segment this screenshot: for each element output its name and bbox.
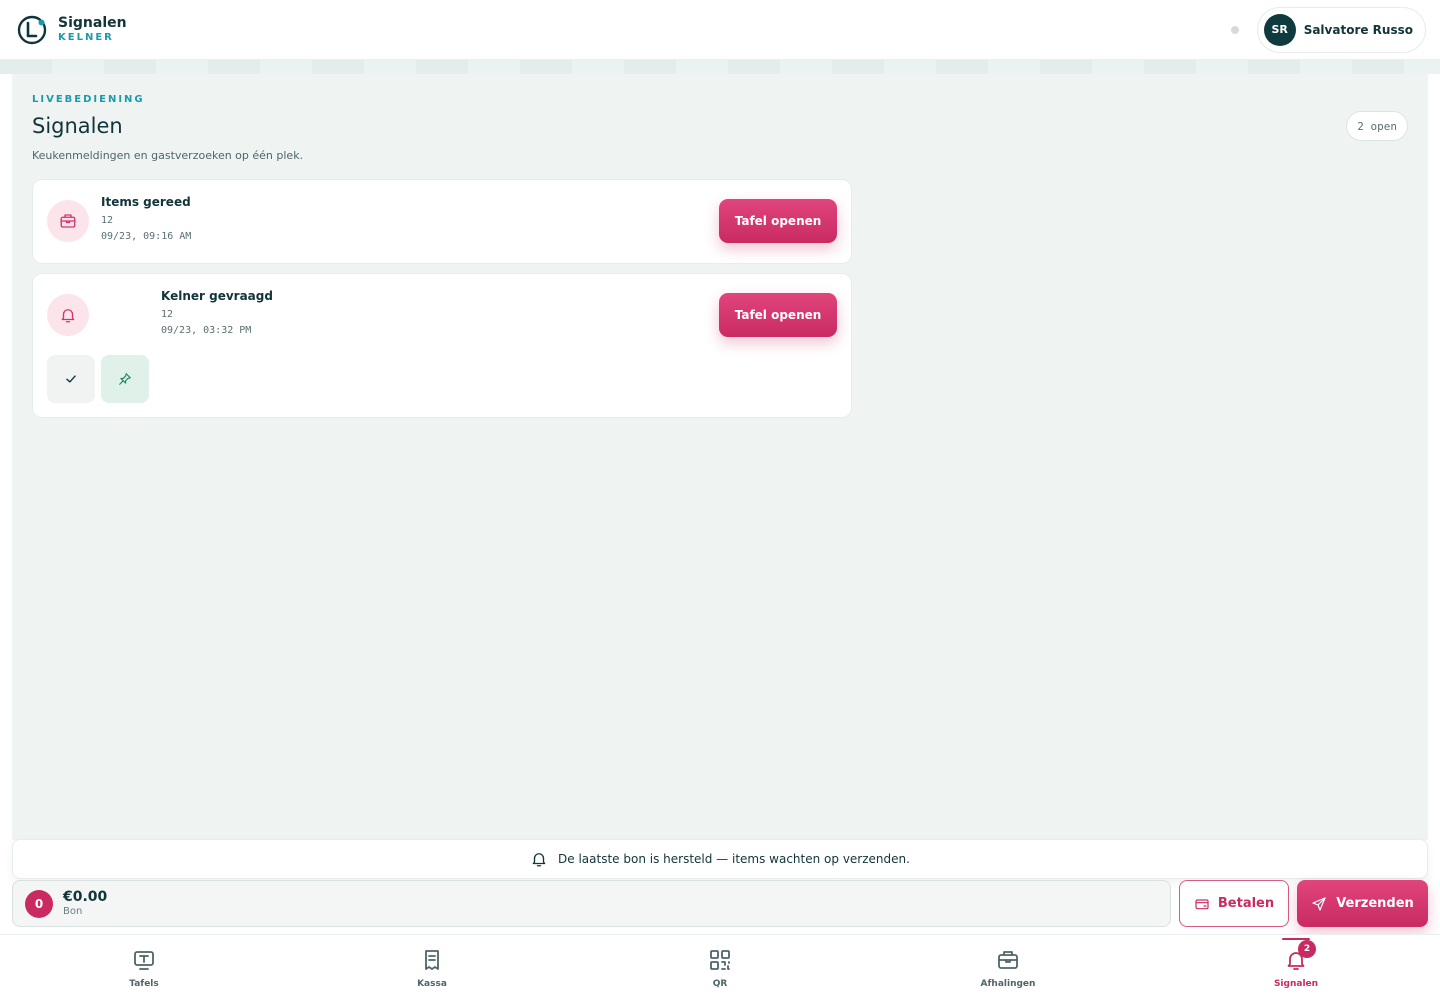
top-bar: Signalen KELNER SR Salvatore Russo <box>0 0 1440 60</box>
pin-icon <box>119 373 131 385</box>
signal-table: 12 <box>161 309 174 320</box>
signal-card: Items gereed 12 09/23, 09:16 AM Tafel op… <box>32 179 852 264</box>
signals-count-badge: 2 <box>1298 940 1316 958</box>
signal-time: 09/23, 03:32 PM <box>161 325 252 336</box>
nav-item-qr[interactable]: QR <box>576 935 864 1000</box>
app-role: KELNER <box>58 32 114 43</box>
nav-item-tafels[interactable]: Tafels <box>0 935 288 1000</box>
send-button[interactable]: Verzenden <box>1297 880 1428 927</box>
order-label: Bon <box>63 905 83 917</box>
send-label: Verzenden <box>1336 896 1414 911</box>
page-title: Signalen <box>32 114 123 138</box>
brand[interactable]: Signalen KELNER <box>16 14 127 46</box>
nav-label: Signalen <box>1273 979 1319 989</box>
open-table-button[interactable]: Tafel openen <box>719 199 837 243</box>
nav-label: QR <box>712 979 728 989</box>
wallet-icon <box>1195 898 1209 909</box>
receipt-icon <box>425 950 439 970</box>
signal-time: 09/23, 09:16 AM <box>101 231 192 242</box>
user-menu-button[interactable]: SR Salvatore Russo <box>1256 6 1426 53</box>
nav-label: Tafels <box>129 979 159 989</box>
avatar: SR <box>1263 13 1296 46</box>
order-item-count: 0 <box>25 889 53 918</box>
app-title: Signalen <box>58 15 127 31</box>
acknowledge-button[interactable] <box>47 355 95 403</box>
pay-label: Betalen <box>1217 896 1275 911</box>
decorative-strip <box>0 60 1440 74</box>
signal-title: Items gereed <box>101 195 191 209</box>
check-icon <box>66 375 76 383</box>
bottom-nav: Tafels Kassa QR Afhalingen 2 Signalen <box>0 934 1440 1000</box>
open-table-button[interactable]: Tafel openen <box>719 293 837 337</box>
pay-button[interactable]: Betalen <box>1179 880 1289 927</box>
main-panel: LIVEBEDIENING Signalen 2 open Keukenmeld… <box>12 74 1428 840</box>
order-total: €0.00 <box>63 889 108 906</box>
page-description: Keukenmeldingen en gastverzoeken op één … <box>32 149 304 162</box>
user-name: Salvatore Russo <box>1303 22 1413 37</box>
send-icon <box>1312 896 1326 911</box>
bell-icon <box>61 309 75 323</box>
notice-text: De laatste bon is hersteld — items wacht… <box>558 852 910 866</box>
page-eyebrow: LIVEBEDIENING <box>32 94 145 105</box>
nav-item-afhalingen[interactable]: Afhalingen <box>864 935 1152 1000</box>
nav-item-kassa[interactable]: Kassa <box>288 935 576 1000</box>
package-icon <box>998 951 1018 969</box>
qr-icon <box>710 950 730 970</box>
order-summary[interactable]: 0 €0.00 Bon <box>12 880 1171 927</box>
signal-card: Kelner gevraagd 12 09/23, 03:32 PM Tafel… <box>32 273 852 418</box>
open-count-badge: 2 open <box>1346 111 1408 141</box>
nav-label: Afhalingen <box>980 979 1036 989</box>
brand-logo-icon <box>17 15 47 44</box>
nav-label: Kassa <box>417 979 447 989</box>
signal-title: Kelner gevraagd <box>161 289 273 303</box>
package-icon <box>60 214 76 228</box>
bell-icon <box>532 853 546 867</box>
connection-status-dot <box>1230 25 1239 34</box>
pin-button[interactable] <box>101 355 149 403</box>
restore-notice: De laatste bon is hersteld — items wacht… <box>12 839 1428 879</box>
signal-table: 12 <box>101 215 114 226</box>
nav-item-signalen[interactable]: 2 Signalen <box>1152 935 1440 1000</box>
table-icon <box>134 951 154 970</box>
